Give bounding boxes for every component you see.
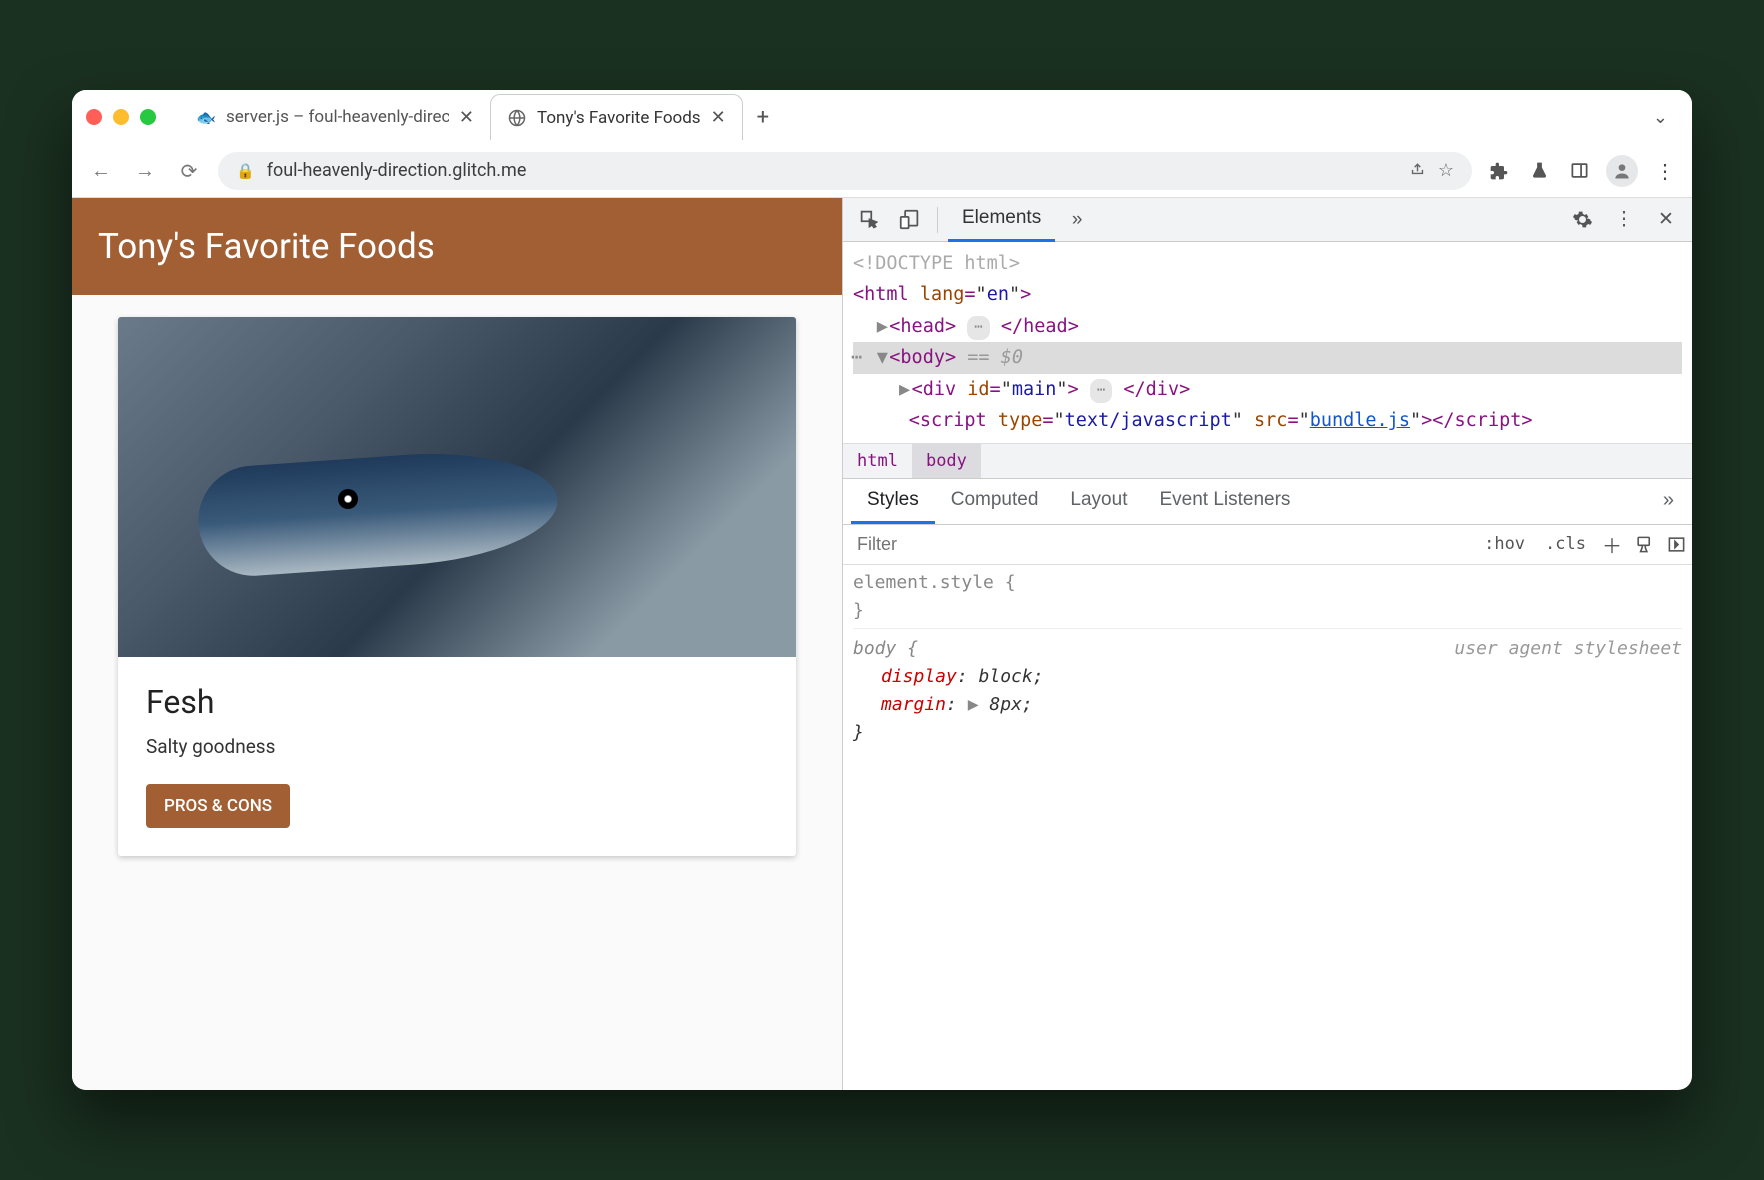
bundle-link[interactable]: bundle.js [1310, 410, 1410, 431]
address-bar-row: ← → ⟳ 🔒 foul-heavenly-direction.glitch.m… [72, 144, 1692, 198]
cls-toggle[interactable]: .cls [1535, 534, 1596, 554]
card-title: Fesh [146, 683, 768, 721]
breadcrumb-body[interactable]: body [912, 444, 981, 478]
rendered-page: Tony's Favorite Foods Fesh Salty goodnes… [72, 198, 842, 1090]
card-body: Fesh Salty goodness PROS & CONS [118, 657, 796, 856]
device-toggle-icon[interactable] [891, 202, 927, 238]
content-split: Tony's Favorite Foods Fesh Salty goodnes… [72, 198, 1692, 1090]
body-rule-close: } [853, 719, 1682, 747]
browser-chrome: 🐟 server.js – foul-heavenly-direct ✕ Ton… [72, 90, 1692, 198]
head-line[interactable]: ▶<head> ⋯ </head> [853, 311, 1682, 342]
doctype-line: <!DOCTYPE html> [853, 248, 1682, 279]
close-tab-icon[interactable]: ✕ [459, 107, 474, 128]
card-image [118, 317, 796, 657]
margin-declaration[interactable]: margin: ▶ 8px; [853, 691, 1682, 719]
close-tab-icon[interactable]: ✕ [711, 107, 726, 128]
body-line-selected[interactable]: ▼<body> == $0 [853, 342, 1682, 373]
reload-button[interactable]: ⟳ [174, 156, 204, 186]
styles-tab-event-listeners[interactable]: Event Listeners [1143, 479, 1306, 524]
hov-toggle[interactable]: :hov [1474, 534, 1535, 554]
tab-title: Tony's Favorite Foods [537, 108, 701, 128]
more-tabs-icon[interactable]: » [1059, 202, 1095, 238]
traffic-lights [86, 109, 156, 125]
url-text: foul-heavenly-direction.glitch.me [267, 160, 1397, 181]
address-bar[interactable]: 🔒 foul-heavenly-direction.glitch.me ☆ [218, 152, 1472, 190]
script-line[interactable]: <script type="text/javascript" src="bund… [853, 405, 1682, 436]
devtools-panel: Elements » ⋮ ✕ <!DOCTYPE html> <html lan… [842, 198, 1692, 1090]
tab-inactive[interactable]: 🐟 server.js – foul-heavenly-direct ✕ [180, 94, 490, 140]
forward-button[interactable]: → [130, 156, 160, 186]
styles-tab-layout[interactable]: Layout [1054, 479, 1143, 524]
tab-strip: 🐟 server.js – foul-heavenly-direct ✕ Ton… [72, 90, 1692, 144]
tab-active[interactable]: Tony's Favorite Foods ✕ [490, 94, 743, 140]
ua-stylesheet-label: user agent stylesheet [1454, 635, 1682, 663]
new-style-rule-icon[interactable]: ＋ [1596, 530, 1628, 559]
styles-rules: element.style { } user agent stylesheet … [843, 565, 1692, 751]
lock-icon: 🔒 [236, 162, 255, 180]
styles-tab-computed[interactable]: Computed [935, 479, 1055, 524]
back-button[interactable]: ← [86, 156, 116, 186]
new-tab-button[interactable]: + [757, 105, 769, 130]
glitch-favicon-icon: 🐟 [196, 107, 216, 127]
close-window-button[interactable] [86, 109, 102, 125]
card-description: Salty goodness [146, 735, 768, 758]
paint-brush-icon[interactable] [1628, 535, 1660, 554]
share-icon[interactable] [1409, 160, 1426, 182]
extensions-icon[interactable] [1486, 158, 1512, 184]
inline-style-close: } [853, 597, 1682, 625]
page-title: Tony's Favorite Foods [72, 198, 842, 295]
globe-favicon-icon [507, 108, 527, 128]
styles-filter-input[interactable] [843, 534, 1474, 555]
devtools-tab-elements[interactable]: Elements [948, 198, 1055, 242]
dom-tree[interactable]: <!DOCTYPE html> <html lang="en"> ▶<head>… [843, 242, 1692, 443]
browser-window: 🐟 server.js – foul-heavenly-direct ✕ Ton… [72, 90, 1692, 1090]
breadcrumb-html[interactable]: html [843, 444, 912, 478]
tabs-dropdown-icon[interactable]: ⌄ [1653, 107, 1668, 128]
html-open-line[interactable]: <html lang="en"> [853, 279, 1682, 310]
minimize-window-button[interactable] [113, 109, 129, 125]
profile-avatar-icon[interactable] [1606, 155, 1638, 187]
close-devtools-icon[interactable]: ✕ [1648, 202, 1684, 238]
devtools-header: Elements » ⋮ ✕ [843, 198, 1692, 242]
menu-icon[interactable]: ⋮ [1652, 158, 1678, 184]
maximize-window-button[interactable] [140, 109, 156, 125]
kebab-menu-icon[interactable]: ⋮ [1606, 202, 1642, 238]
styles-tab-styles[interactable]: Styles [851, 479, 935, 524]
settings-icon[interactable] [1564, 202, 1600, 238]
styles-tab-strip: Styles Computed Layout Event Listeners » [843, 479, 1692, 525]
tab-title: server.js – foul-heavenly-direct [226, 107, 449, 127]
pros-cons-button[interactable]: PROS & CONS [146, 784, 290, 828]
food-card: Fesh Salty goodness PROS & CONS [118, 317, 796, 856]
side-panel-icon[interactable] [1566, 158, 1592, 184]
dom-breadcrumb: html body [843, 443, 1692, 479]
div-main-line[interactable]: ▶<div id="main"> ⋯ </div> [853, 374, 1682, 405]
computed-panel-toggle-icon[interactable] [1660, 535, 1692, 554]
labs-icon[interactable] [1526, 158, 1552, 184]
styles-filter-row: :hov .cls ＋ [843, 525, 1692, 565]
inspect-element-icon[interactable] [851, 202, 887, 238]
styles-more-icon[interactable]: » [1653, 479, 1684, 524]
bookmark-icon[interactable]: ☆ [1438, 160, 1454, 181]
inline-style-selector[interactable]: element.style { [853, 569, 1682, 597]
display-declaration[interactable]: display: block; [853, 663, 1682, 691]
